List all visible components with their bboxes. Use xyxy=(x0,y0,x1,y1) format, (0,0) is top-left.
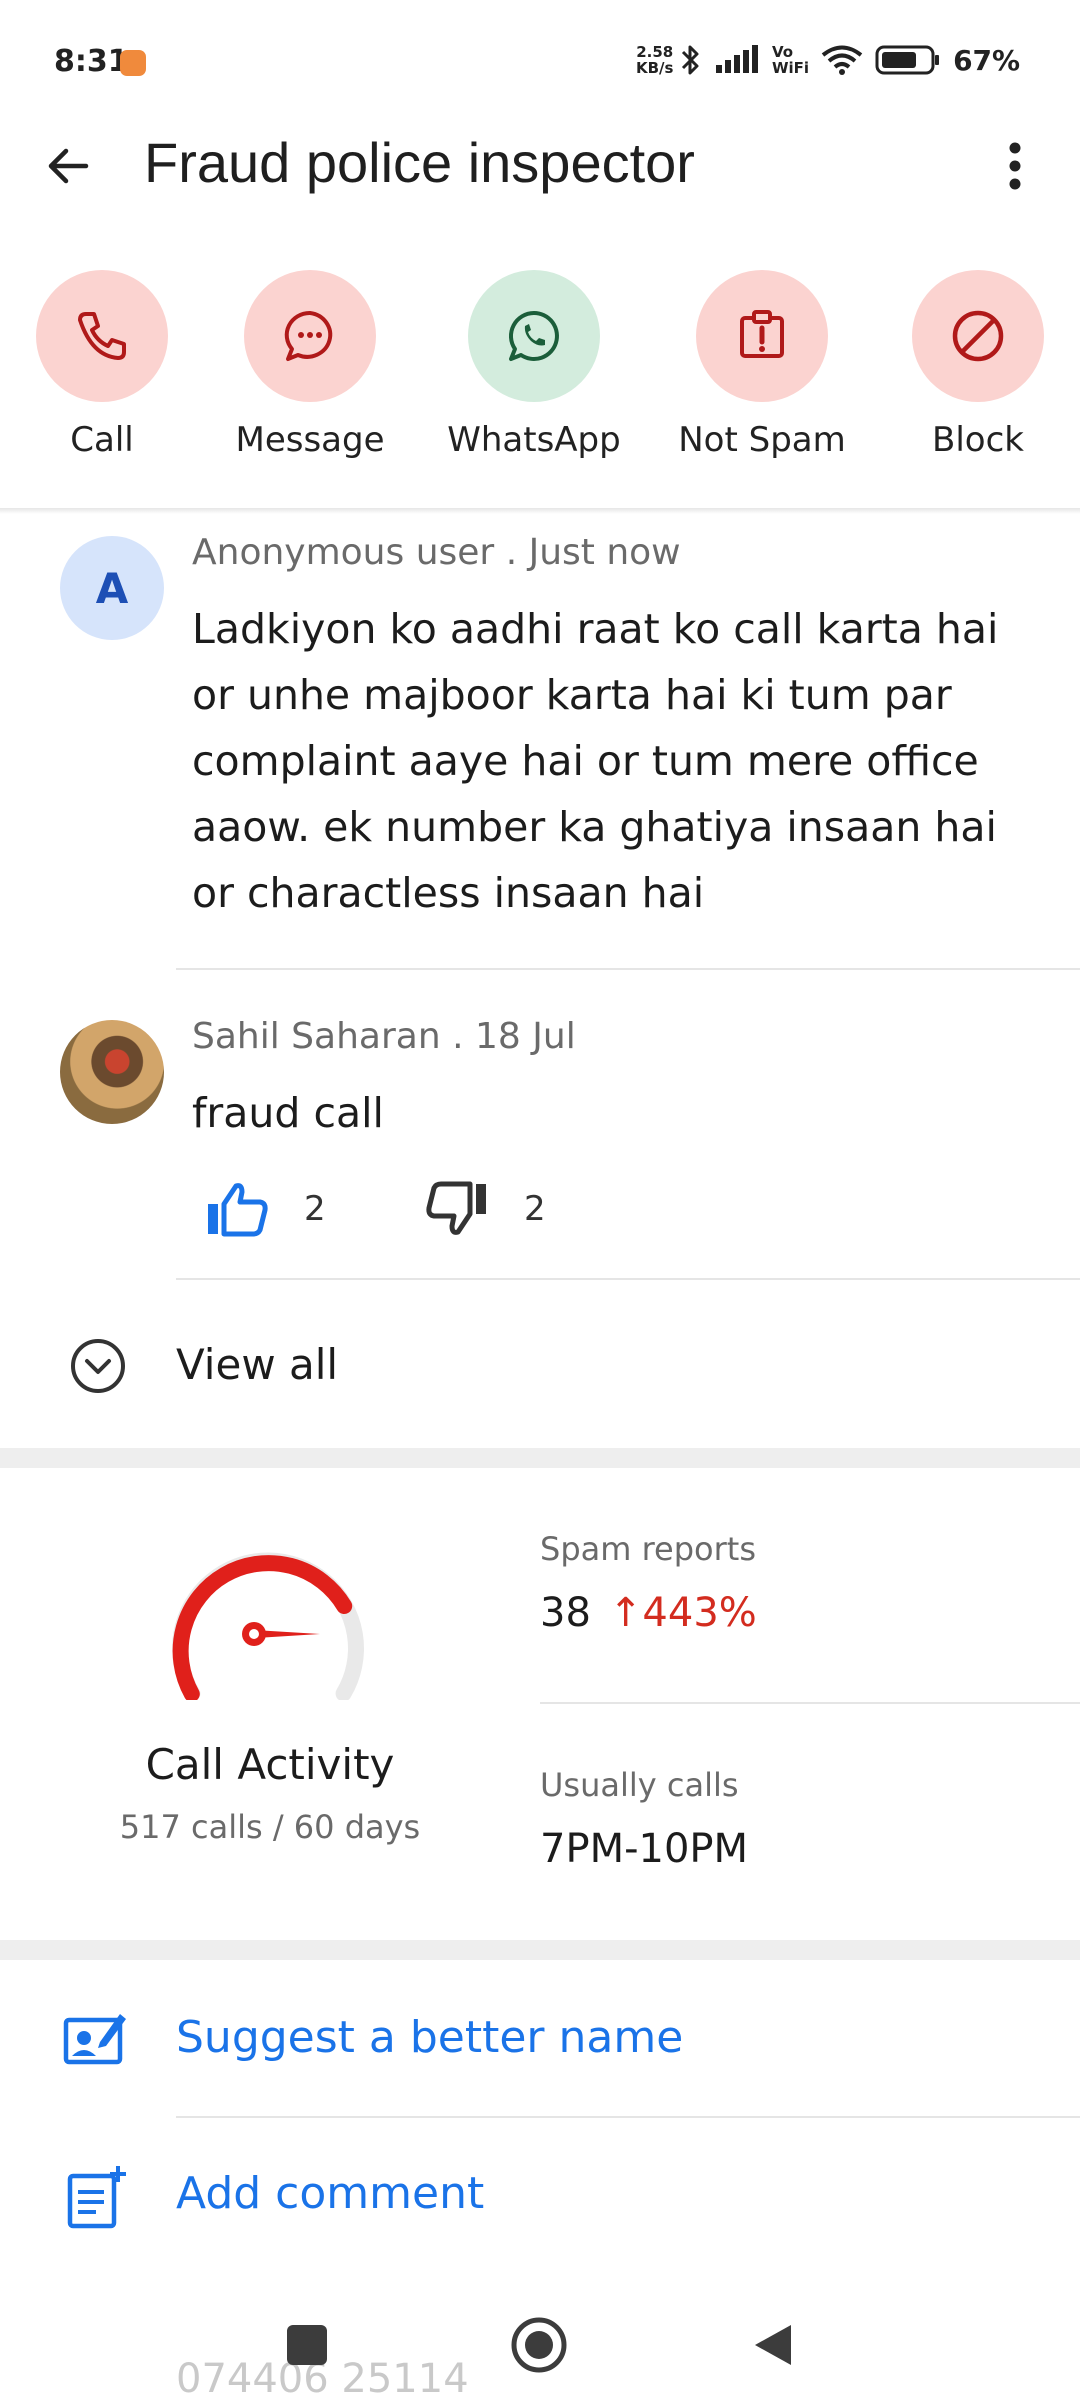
like-count: 2 xyxy=(304,1189,326,1229)
triangle-back-icon xyxy=(755,2325,791,2365)
call-label: Call xyxy=(70,420,134,460)
spam-reports-value: 38 xyxy=(540,1590,591,1636)
add-comment-label: Add comment xyxy=(176,2168,485,2219)
message-label: Message xyxy=(235,420,385,460)
add-comment-row[interactable]: Add comment xyxy=(0,2118,1080,2268)
suggest-name-label: Suggest a better name xyxy=(176,2012,684,2063)
cellular-signal-icon xyxy=(716,45,758,73)
spam-reports-label: Spam reports xyxy=(540,1530,756,1568)
add-comment-icon xyxy=(67,2166,126,2229)
whatsapp-button[interactable] xyxy=(468,270,600,402)
notification-app-icon xyxy=(120,50,146,76)
comment-meta: Sahil Saharan . 18 Jul xyxy=(192,1016,576,1057)
panel-divider xyxy=(0,508,1080,514)
dislike-group: 2 xyxy=(424,1180,546,1238)
usually-calls-value: 7PM-10PM xyxy=(540,1826,749,1872)
comment-text: Ladkiyon ko aadhi raat ko call karta hai… xyxy=(192,605,999,917)
whatsapp-icon xyxy=(509,310,559,361)
meta-separator: . xyxy=(505,532,518,573)
divider xyxy=(540,1702,1080,1704)
like-group: 2 xyxy=(204,1180,326,1238)
section-separator xyxy=(0,1448,1080,1468)
chat-bubble-icon xyxy=(284,310,333,361)
meta-separator: . xyxy=(452,1016,464,1057)
more-options-button[interactable] xyxy=(990,136,1040,196)
status-time: 8:31 xyxy=(54,44,129,79)
comment-meta: Anonymous user . Just now xyxy=(192,532,681,573)
stats-section: Call Activity 517 calls / 60 days Spam r… xyxy=(0,1470,1080,1940)
edit-contact-icon xyxy=(63,2014,126,2065)
block-action[interactable]: Block xyxy=(878,270,1078,470)
divider xyxy=(176,968,1080,970)
back-button[interactable] xyxy=(38,136,98,196)
thumbs-up-icon[interactable] xyxy=(204,1180,270,1238)
call-action[interactable]: Call xyxy=(2,270,202,470)
section-separator xyxy=(0,1940,1080,1960)
network-speed-unit: KB/s xyxy=(636,59,674,77)
recents-button[interactable] xyxy=(272,2310,342,2380)
comment-author: Sahil Saharan xyxy=(192,1016,441,1057)
home-button[interactable] xyxy=(504,2310,574,2380)
call-button[interactable] xyxy=(36,270,168,402)
block-button[interactable] xyxy=(912,270,1044,402)
system-nav-bar xyxy=(0,2270,1080,2400)
block-label: Block xyxy=(932,420,1024,460)
dislike-count: 2 xyxy=(524,1189,546,1229)
message-action[interactable]: Message xyxy=(210,270,410,470)
action-row: Call Message WhatsApp Not Spam Block xyxy=(0,270,1080,470)
view-all-label: View all xyxy=(176,1340,339,1389)
status-icons: Vo WiFi 67% xyxy=(680,40,1020,80)
comment-text: fraud call xyxy=(192,1089,384,1137)
whatsapp-action[interactable]: WhatsApp xyxy=(434,270,634,470)
call-activity-gauge xyxy=(172,1552,364,1700)
suggest-name-row[interactable]: Suggest a better name xyxy=(0,1962,1080,2112)
bluetooth-icon xyxy=(681,45,699,75)
not-spam-action[interactable]: Not Spam xyxy=(662,270,862,470)
network-speed: 2.58 KB/s xyxy=(636,44,673,76)
avatar: A xyxy=(60,536,164,640)
usually-calls-label: Usually calls xyxy=(540,1766,739,1804)
view-all-row[interactable]: View all xyxy=(0,1310,1080,1420)
avatar-letter: A xyxy=(95,563,129,613)
whatsapp-label: WhatsApp xyxy=(447,420,621,460)
spam-reports-value-row: 38 ↑443% xyxy=(540,1590,757,1636)
comment-author: Anonymous user xyxy=(192,532,495,573)
vowifi-indicator: Vo WiFi xyxy=(772,43,810,77)
app-header: Fraud police inspector xyxy=(0,120,1080,208)
not-spam-label: Not Spam xyxy=(678,420,846,460)
network-speed-value: 2.58 xyxy=(636,43,674,61)
back-nav-button[interactable] xyxy=(738,2310,808,2380)
status-bar: 8:31 2.58 KB/s Vo WiFi 67% xyxy=(0,0,1080,130)
phone-icon xyxy=(78,312,126,360)
expand-circle-icon xyxy=(71,1339,125,1393)
report-icon xyxy=(740,310,784,358)
page-title: Fraud police inspector xyxy=(144,131,695,194)
more-vert-icon xyxy=(1009,142,1021,190)
call-activity-sub: 517 calls / 60 days xyxy=(119,1808,421,1846)
wifi-icon xyxy=(821,45,863,75)
battery-icon xyxy=(875,45,940,75)
divider xyxy=(176,1278,1080,1280)
comment-time: Just now xyxy=(528,532,681,573)
square-icon xyxy=(287,2325,327,2365)
arrow-left-icon xyxy=(48,148,89,184)
spam-reports-delta: ↑443% xyxy=(608,1590,757,1636)
thumbs-down-icon[interactable] xyxy=(424,1180,490,1238)
home-circle-icon xyxy=(511,2317,567,2373)
comment-time: 18 Jul xyxy=(475,1016,576,1057)
call-activity-title: Call Activity xyxy=(145,1740,395,1789)
message-button[interactable] xyxy=(244,270,376,402)
battery-percent: 67% xyxy=(953,43,1021,77)
not-spam-button[interactable] xyxy=(696,270,828,402)
avatar xyxy=(60,1020,164,1124)
block-icon xyxy=(952,310,1004,362)
